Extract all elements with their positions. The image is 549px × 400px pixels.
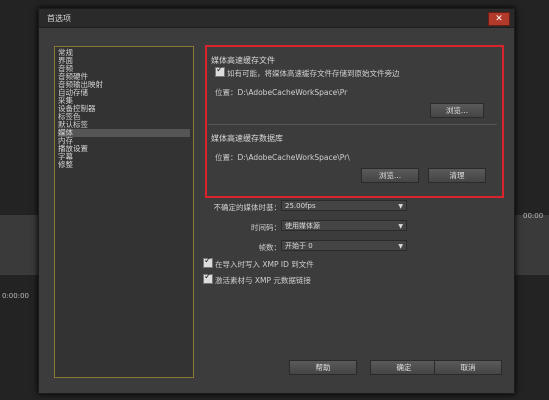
save-cache-next-to-originals-label: 如有可能，将媒体高速缓存文件存储到原始文件旁边 bbox=[227, 69, 400, 78]
sidebar-item-appearance[interactable]: 界面 bbox=[58, 57, 190, 65]
background-track-right bbox=[509, 215, 549, 275]
clean-cache-button[interactable]: 清理 bbox=[428, 168, 486, 183]
group-divider bbox=[208, 124, 497, 125]
frame-number-value: 开始于 0 bbox=[285, 242, 313, 250]
frame-number-dropdown[interactable]: 开始于 0 ▼ bbox=[281, 240, 407, 251]
save-cache-next-to-originals-checkbox[interactable] bbox=[215, 65, 225, 77]
sidebar-item-media[interactable]: 媒体 bbox=[58, 129, 190, 137]
sidebar-item-titler[interactable]: 字幕 bbox=[58, 153, 190, 161]
sidebar-item-playback[interactable]: 播放设置 bbox=[58, 145, 190, 153]
browse-cache-files-button[interactable]: 浏览... bbox=[430, 103, 484, 118]
close-icon[interactable]: ✕ bbox=[488, 12, 510, 26]
timebase-value: 25.00fps bbox=[285, 202, 316, 210]
timebase-dropdown[interactable]: 25.00fps ▼ bbox=[281, 200, 407, 211]
preferences-dialog: 首选项 ✕ 常规 界面 音频 音频硬件 音频输出映射 自动存储 采集 设备控制器… bbox=[38, 8, 515, 394]
browse-database-button[interactable]: 浏览... bbox=[361, 168, 419, 183]
media-cache-database-title: 媒体高速缓存数据库 bbox=[211, 134, 283, 143]
media-cache-location: 位置：D:\AdobeCacheWorkSpace\Pr bbox=[215, 88, 348, 97]
chevron-down-icon: ▼ bbox=[398, 223, 403, 230]
title-bar: 首选项 ✕ bbox=[39, 9, 514, 28]
media-database-location: 位置：D:\AdobeCacheWorkSpace\Pr\ bbox=[215, 153, 350, 162]
timebase-label: 不确定的媒体时基： bbox=[213, 203, 282, 212]
sidebar-item-auto-save[interactable]: 自动存储 bbox=[58, 89, 190, 97]
background-track-left bbox=[0, 215, 40, 275]
cancel-button[interactable]: 取消 bbox=[434, 360, 502, 375]
background-timecode-left: 0:00:00 bbox=[2, 292, 29, 300]
frame-number-label: 帧数： bbox=[258, 243, 282, 252]
timecode-dropdown[interactable]: 使用媒体源 ▼ bbox=[281, 220, 407, 231]
help-button[interactable]: 帮助 bbox=[289, 360, 357, 375]
write-xmp-id-checkbox[interactable] bbox=[203, 256, 213, 268]
sidebar-item-label-defaults[interactable]: 默认标签 bbox=[58, 121, 190, 129]
sidebar-item-general[interactable]: 常规 bbox=[58, 49, 190, 57]
timecode-value: 使用媒体源 bbox=[285, 222, 320, 230]
write-xmp-id-label: 在导入时写入 XMP ID 到文件 bbox=[215, 260, 314, 269]
ok-button[interactable]: 确定 bbox=[370, 360, 438, 375]
enable-xmp-link-label: 激活素材与 XMP 元数据链接 bbox=[215, 276, 311, 285]
category-list: 常规 界面 音频 音频硬件 音频输出映射 自动存储 采集 设备控制器 标签色 默… bbox=[54, 46, 194, 378]
dialog-title: 首选项 bbox=[47, 14, 71, 23]
chevron-down-icon: ▼ bbox=[398, 243, 403, 250]
timecode-label: 时间码： bbox=[251, 223, 281, 232]
sidebar-item-trim[interactable]: 修整 bbox=[58, 161, 190, 169]
enable-xmp-link-checkbox[interactable] bbox=[203, 272, 213, 284]
background-timecode-right: 00:00 bbox=[523, 212, 544, 220]
chevron-down-icon: ▼ bbox=[398, 203, 403, 210]
